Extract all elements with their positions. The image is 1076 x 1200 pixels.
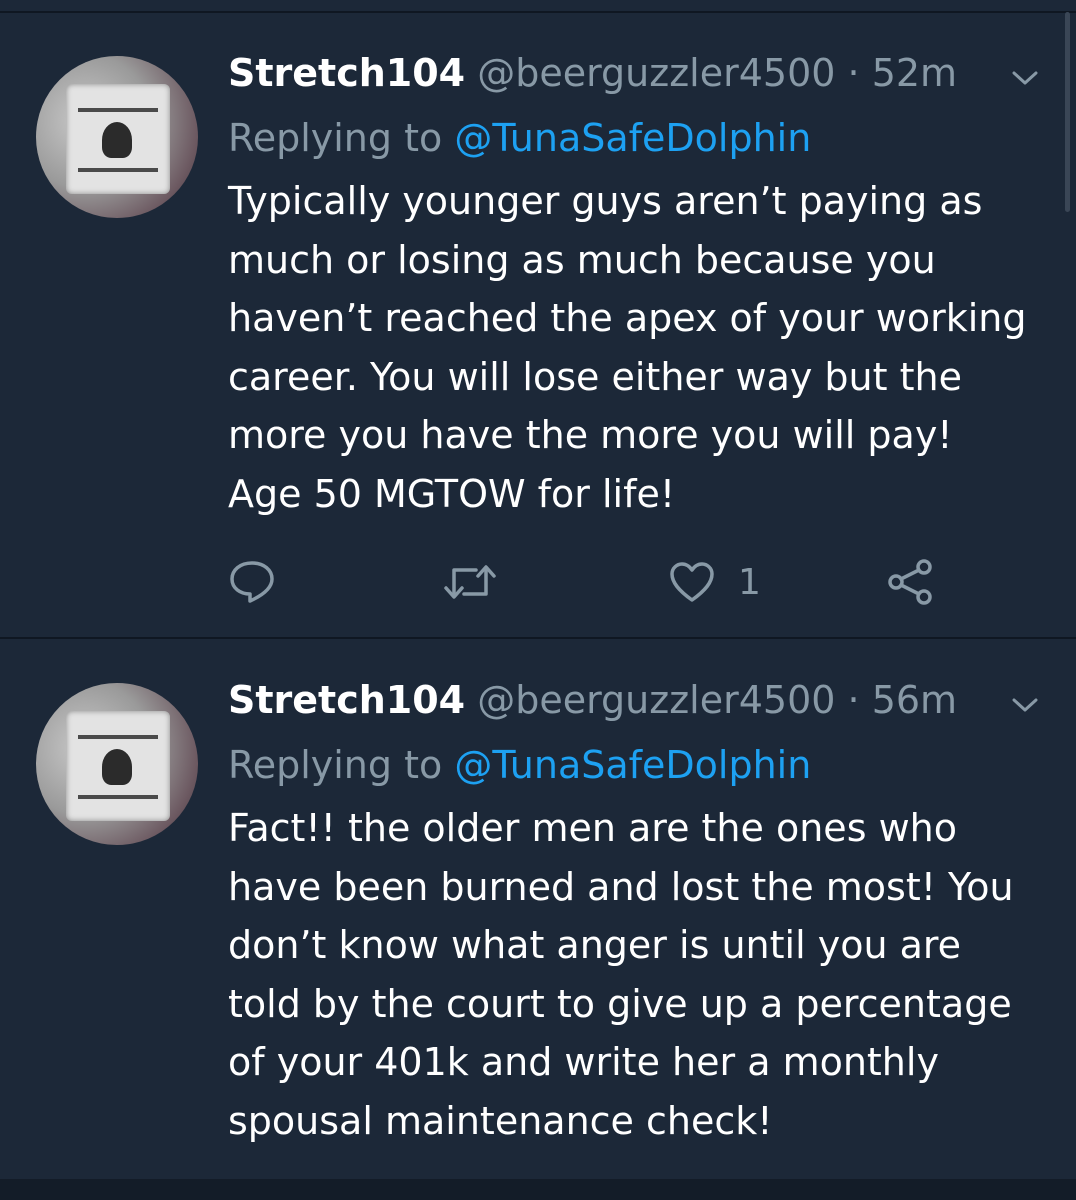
user-handle[interactable]: @beerguzzler4500	[477, 678, 835, 722]
avatar[interactable]	[36, 683, 198, 845]
avatar-detail	[78, 795, 158, 799]
tweet-text-line: much or losing as much because you	[228, 237, 936, 282]
divider	[0, 1179, 1076, 1200]
retweet-icon	[444, 565, 496, 599]
retweet-button[interactable]	[442, 557, 498, 607]
like-button[interactable]: 1	[668, 557, 761, 607]
tweet-text: Fact!! the older men are the ones who ha…	[228, 799, 1048, 1150]
avatar-detail	[78, 168, 158, 172]
tweet-text-line: don’t know what anger is until you are	[228, 923, 962, 967]
avatar-figure	[102, 122, 132, 158]
tweet-text-line: spousal maintenance check!	[228, 1098, 773, 1143]
tweet-text: Typically younger guys aren’t paying as …	[228, 172, 1048, 523]
tweet-text-line: Fact!! the older men are the ones who	[228, 806, 957, 850]
tweet-text-line: more you have the more you will pay!	[228, 413, 953, 457]
chevron-down-icon[interactable]	[1010, 695, 1040, 715]
chevron-down-icon[interactable]	[1010, 68, 1040, 88]
replying-to: Replying to @TunaSafeDolphin	[228, 739, 811, 791]
tweet-text-line: have been burned and lost the most! You	[228, 864, 1014, 909]
separator-dot: ·	[847, 678, 860, 722]
like-count: 1	[738, 561, 761, 603]
avatar-figure	[102, 749, 132, 785]
tweet-timestamp[interactable]: 52m	[872, 51, 957, 95]
replying-to-handle[interactable]: @TunaSafeDolphin	[454, 116, 811, 160]
tweet-text-line: Age 50 MGTOW for life!	[228, 471, 676, 516]
avatar-detail	[78, 108, 158, 112]
tweet-header: Stretch104 @beerguzzler4500 · 56m	[228, 675, 957, 725]
tweet[interactable]: Stretch104 @beerguzzler4500 · 56m Replyi…	[0, 639, 1076, 1179]
replying-to-handle[interactable]: @TunaSafeDolphin	[454, 743, 811, 787]
tweet-timestamp[interactable]: 56m	[872, 678, 957, 722]
tweet-text-line: of your 401k and write her a monthly	[228, 1040, 939, 1084]
tweet-text-line: told by the court to give up a percentag…	[228, 981, 1012, 1026]
share-button[interactable]	[886, 557, 936, 607]
share-icon	[888, 559, 932, 605]
tweet-actions: 1	[228, 557, 988, 607]
display-name[interactable]: Stretch104	[228, 51, 465, 95]
avatar[interactable]	[36, 56, 198, 218]
replying-to-label: Replying to	[228, 743, 443, 787]
heart-icon	[670, 562, 714, 602]
reply-icon	[230, 561, 274, 603]
user-handle[interactable]: @beerguzzler4500	[477, 51, 835, 95]
tweet-text-line: Typically younger guys aren’t paying as	[228, 179, 983, 223]
tweet[interactable]: Stretch104 @beerguzzler4500 · 52m Replyi…	[0, 12, 1076, 637]
tweet-header: Stretch104 @beerguzzler4500 · 52m	[228, 48, 957, 98]
reply-button[interactable]	[228, 557, 276, 607]
display-name[interactable]: Stretch104	[228, 678, 465, 722]
tweet-text-line: haven’t reached the apex of your working	[228, 296, 1027, 340]
replying-to: Replying to @TunaSafeDolphin	[228, 112, 811, 164]
tweet-text-line: career. You will lose either way but the	[228, 354, 962, 399]
replying-to-label: Replying to	[228, 116, 443, 160]
avatar-detail	[78, 735, 158, 739]
tweet-feed: Stretch104 @beerguzzler4500 · 52m Replyi…	[0, 0, 1076, 1200]
separator-dot: ·	[847, 51, 860, 95]
